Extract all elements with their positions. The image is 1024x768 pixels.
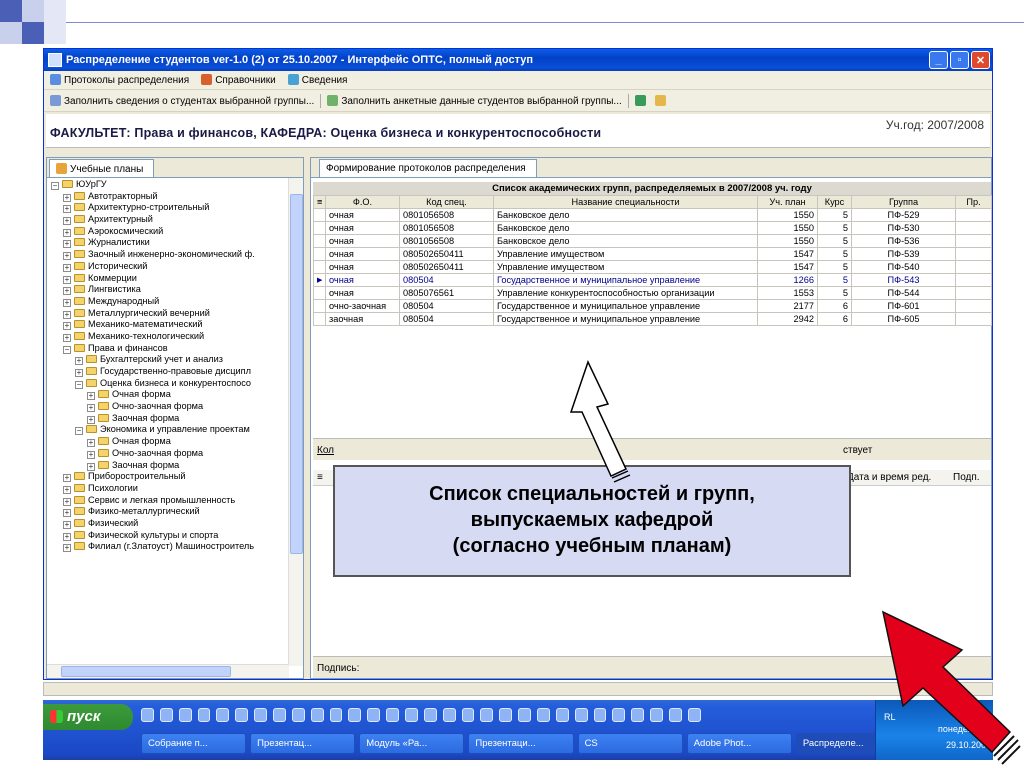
annotation-arrows: [569, 360, 1021, 765]
red-corner-arrow-icon: [881, 610, 1021, 765]
white-up-arrow-icon: [569, 360, 631, 483]
